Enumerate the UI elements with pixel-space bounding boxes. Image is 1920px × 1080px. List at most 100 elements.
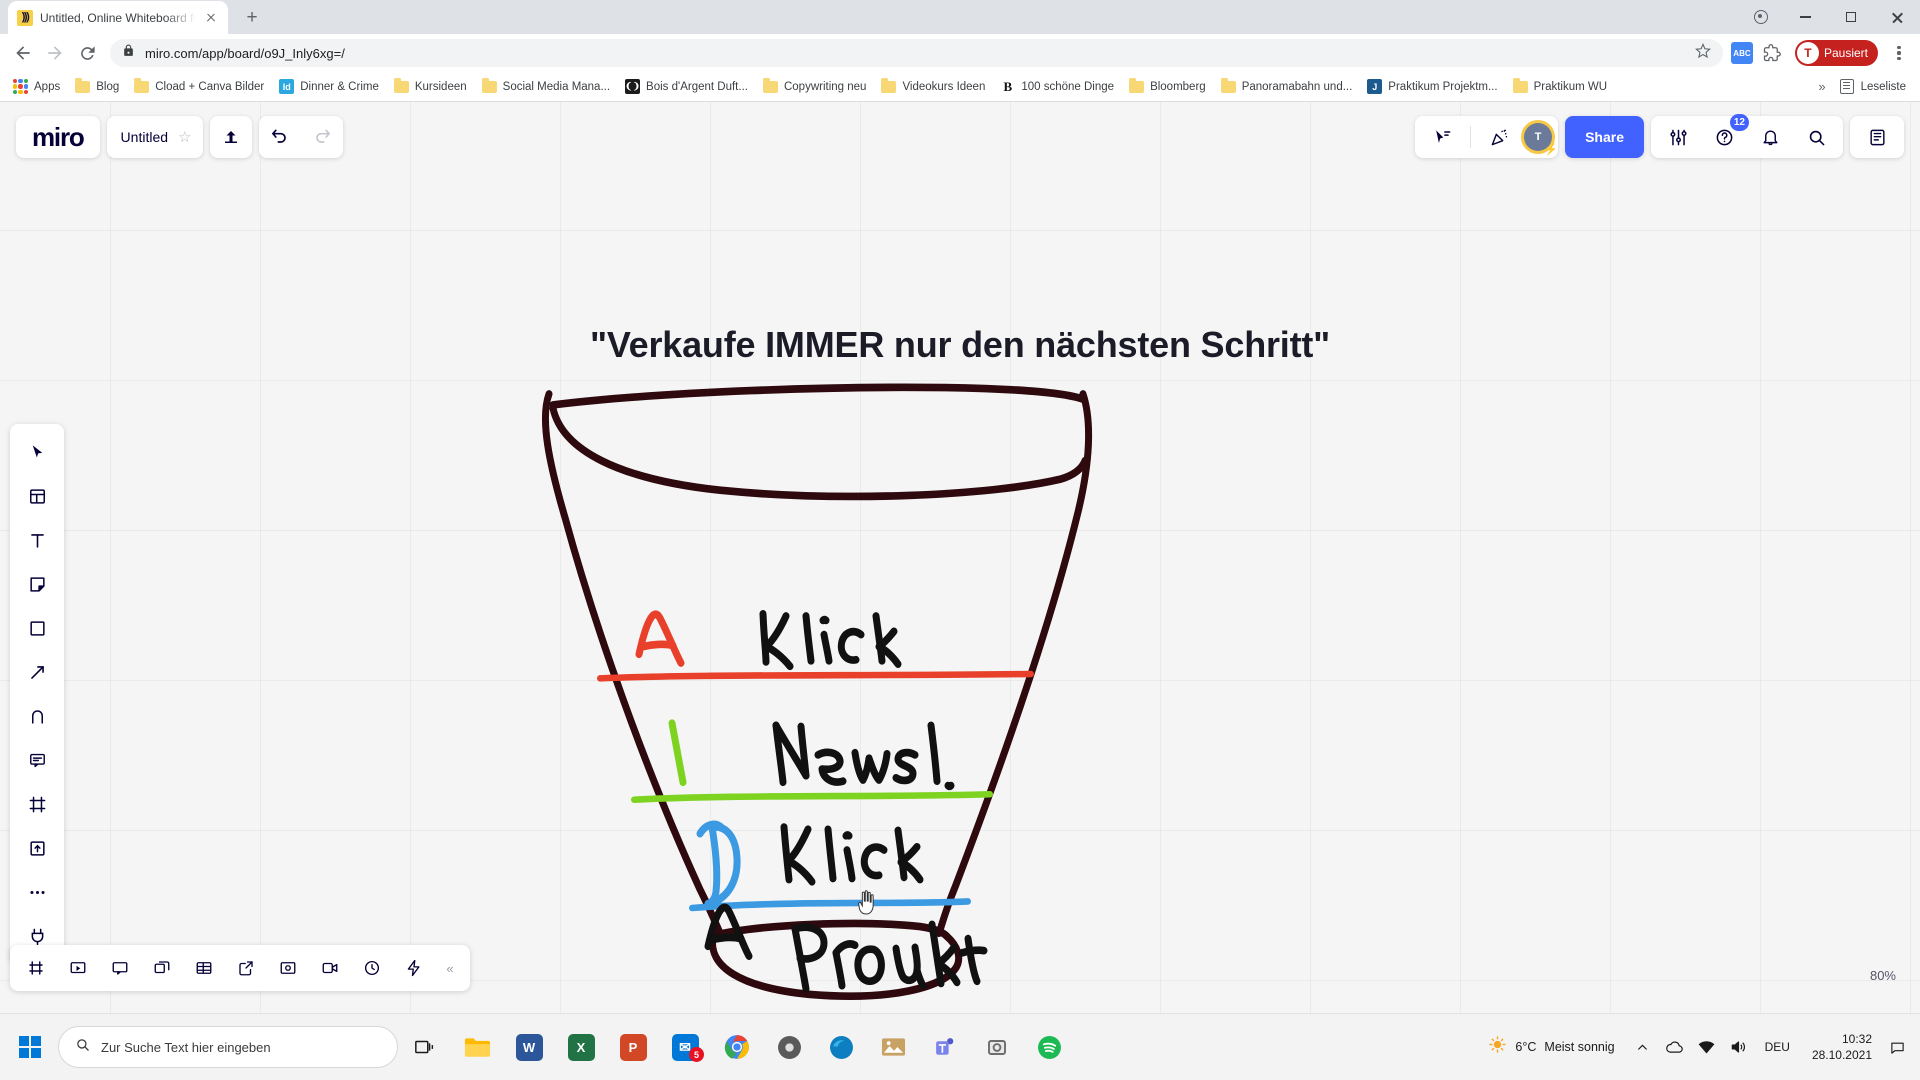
cursor-icon[interactable] [17, 432, 57, 472]
taskbar-app-spotify[interactable] [1024, 1021, 1074, 1073]
taskbar-search-input[interactable]: Zur Suche Text hier eingeben [58, 1026, 398, 1068]
abc-translate-icon[interactable]: ABC [1730, 42, 1753, 64]
clock-widget[interactable]: 10:32 28.10.2021 [1802, 1031, 1882, 1063]
taskbar-app-teams[interactable] [920, 1021, 970, 1073]
sticky-note-icon[interactable] [17, 564, 57, 604]
extension-indicator-icon[interactable] [1754, 10, 1768, 24]
bookmark-item[interactable]: Videokurs Ideen [874, 78, 992, 96]
chevron-up-icon[interactable] [1629, 1021, 1657, 1073]
taskbar-app-excel[interactable]: X [556, 1021, 606, 1073]
chat-icon[interactable] [100, 948, 140, 988]
chrome-menu-icon[interactable] [1886, 45, 1912, 61]
ellipsis-icon[interactable] [17, 872, 57, 912]
taskbar-app-file-explorer[interactable] [452, 1021, 502, 1073]
timer-icon[interactable] [352, 948, 392, 988]
bookmark-item[interactable]: J Praktikum Projektm... [1360, 76, 1504, 97]
bookmark-item[interactable]: Bloomberg [1122, 78, 1213, 96]
lightning-icon[interactable] [394, 948, 434, 988]
miro-header-left: miro Untitled ☆ [16, 116, 344, 158]
address-bar[interactable]: miro.com/app/board/o9J_Inly6xg=/ [110, 39, 1723, 67]
bookmark-item[interactable]: Copywriting neu [756, 78, 873, 96]
extensions-icon[interactable] [1759, 40, 1785, 66]
tab-strip: ))) Untitled, Online Whiteboard for + [0, 0, 1920, 34]
back-icon[interactable] [8, 38, 38, 68]
taskbar-app-media-player[interactable] [764, 1021, 814, 1073]
search-icon[interactable] [1795, 116, 1837, 158]
weather-widget[interactable]: 6°C Meist sonnig [1478, 1035, 1624, 1059]
bookmark-label: Bois d'Argent Duft... [646, 80, 748, 93]
video-icon[interactable] [310, 948, 350, 988]
present-icon[interactable] [1421, 116, 1463, 158]
bookmark-item[interactable]: Id Dinner & Crime [272, 76, 386, 97]
templates-icon[interactable] [17, 476, 57, 516]
board-name-card[interactable]: Untitled ☆ [106, 116, 204, 158]
upload-card[interactable] [210, 116, 253, 158]
windows-start-icon[interactable] [4, 1021, 56, 1073]
bookmark-item[interactable]: Blog [68, 78, 126, 96]
export-icon[interactable] [226, 948, 266, 988]
reading-list-button[interactable]: Leseliste [1839, 79, 1906, 94]
undo-icon[interactable] [259, 116, 301, 158]
bookmark-apps[interactable]: Apps [6, 76, 67, 97]
celebrate-icon[interactable] [1478, 116, 1520, 158]
bookmark-item[interactable]: Cload + Canva Bilder [127, 78, 271, 96]
taskbar-app-screenshot-tool[interactable] [972, 1021, 1022, 1073]
bookmarks-overflow-icon[interactable]: » [1818, 79, 1825, 94]
task-view-icon[interactable] [400, 1021, 450, 1073]
bookmark-item[interactable]: Kursideen [387, 78, 474, 96]
embed-icon[interactable] [268, 948, 308, 988]
close-tab-icon[interactable] [203, 10, 219, 26]
panel-icon[interactable] [1856, 116, 1898, 158]
screen-icon[interactable] [58, 948, 98, 988]
reload-icon[interactable] [72, 38, 102, 68]
undo-redo-card[interactable] [259, 116, 344, 158]
profile-chip[interactable]: T Pausiert [1794, 40, 1878, 66]
zoom-level-label[interactable]: 80% [1870, 968, 1896, 983]
taskbar-app-word[interactable]: W [504, 1021, 554, 1073]
share-button[interactable]: Share [1565, 116, 1644, 158]
avatar[interactable]: T [1524, 123, 1558, 156]
network-icon[interactable] [1693, 1021, 1721, 1073]
browser-tab[interactable]: ))) Untitled, Online Whiteboard for [8, 1, 228, 34]
bookmark-item[interactable]: Panoramabahn und... [1214, 78, 1360, 96]
taskbar-app-photos[interactable] [868, 1021, 918, 1073]
bell-icon[interactable] [1749, 116, 1791, 158]
star-outline-icon[interactable]: ☆ [178, 128, 191, 146]
bookmark-label: Praktikum WU [1533, 80, 1608, 93]
arrow-icon[interactable] [17, 652, 57, 692]
notification-icon[interactable] [1886, 1021, 1908, 1073]
taskbar-app-powerpoint[interactable]: P [608, 1021, 658, 1073]
taskbar-app-chrome[interactable] [712, 1021, 762, 1073]
taskbar-app-mail[interactable]: ✉ 5 [660, 1021, 710, 1073]
square-icon[interactable] [17, 608, 57, 648]
bookmark-label: Copywriting neu [783, 80, 867, 93]
close-window-button[interactable] [1874, 0, 1920, 34]
language-indicator[interactable]: DEU [1757, 1040, 1798, 1054]
bookmark-item[interactable]: ❨❩ Bois d'Argent Duft... [618, 76, 755, 97]
pen-icon[interactable] [17, 696, 57, 736]
frames-icon[interactable] [16, 948, 56, 988]
table-icon[interactable] [184, 948, 224, 988]
cards-icon[interactable] [142, 948, 182, 988]
miro-logo-card[interactable]: miro [16, 116, 100, 158]
star-icon[interactable] [1694, 42, 1711, 64]
onedrive-icon[interactable] [1661, 1021, 1689, 1073]
text-t-icon[interactable] [17, 520, 57, 560]
minimize-button[interactable] [1782, 0, 1828, 34]
taskbar-app-edge[interactable] [816, 1021, 866, 1073]
redo-icon[interactable] [301, 116, 343, 158]
new-tab-button[interactable]: + [238, 3, 266, 31]
forward-icon[interactable] [40, 38, 70, 68]
bookmark-item[interactable]: Social Media Mana... [475, 78, 617, 96]
bookmark-item[interactable]: Praktikum WU [1506, 78, 1614, 96]
maximize-button[interactable] [1828, 0, 1874, 34]
upload-box-icon[interactable] [17, 828, 57, 868]
upload-icon[interactable] [210, 116, 252, 158]
collapse-toolbar-icon[interactable]: « [436, 961, 464, 976]
bookmark-item[interactable]: B 100 schöne Dinge [993, 76, 1121, 97]
comment-icon[interactable] [17, 740, 57, 780]
frame-icon[interactable] [17, 784, 57, 824]
sliders-icon[interactable] [1657, 116, 1699, 158]
volume-icon[interactable] [1725, 1021, 1753, 1073]
help-icon[interactable]: 12 [1703, 114, 1749, 158]
